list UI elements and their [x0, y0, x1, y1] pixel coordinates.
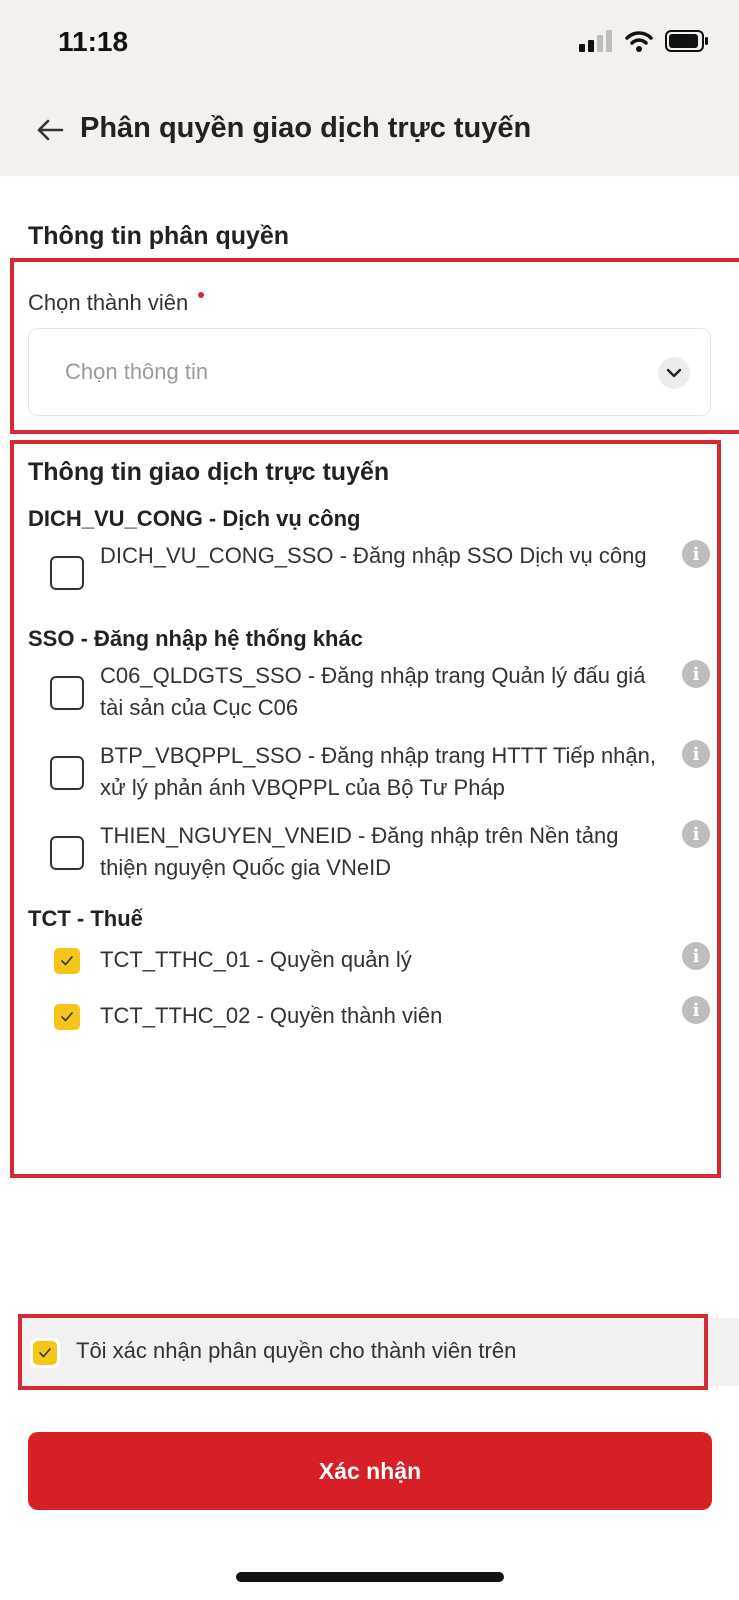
back-arrow-icon: [37, 119, 64, 141]
permission-checkbox-checked[interactable]: [54, 948, 80, 974]
permission-item-label: BTP_VBQPPL_SSO - Đăng nhập trang HTTT Ti…: [100, 743, 656, 800]
member-field-label: Chọn thành viên: [28, 290, 205, 316]
permission-checkbox[interactable]: [50, 556, 84, 590]
permission-checkbox[interactable]: [50, 836, 84, 870]
transactions-title: Thông tin giao dịch trực tuyến: [28, 458, 390, 486]
permission-item-btp-vbqppl-sso: BTP_VBQPPL_SSO - Đăng nhập trang HTTT Ti…: [50, 740, 710, 804]
member-label-text: Chọn thành viên: [28, 290, 189, 315]
member-select-placeholder: Chọn thông tin: [65, 359, 209, 384]
permission-checkbox[interactable]: [50, 756, 84, 790]
status-bar: 11:18: [0, 0, 739, 88]
permission-item-tct-tthc-02: TCT_TTHC_02 - Quyền thành viên i: [50, 996, 710, 1036]
permission-item-label: DICH_VU_CONG_SSO - Đăng nhập SSO Dịch vụ…: [100, 543, 647, 568]
permission-item-label: TCT_TTHC_01 - Quyền quản lý: [100, 947, 412, 972]
group-title-tct: TCT - Thuế: [28, 906, 143, 931]
permission-item-label: THIEN_NGUYEN_VNEID - Đăng nhập trên Nền …: [100, 823, 619, 880]
permission-item-tct-tthc-01: TCT_TTHC_01 - Quyền quản lý i: [50, 942, 710, 982]
back-button[interactable]: [30, 110, 70, 150]
signal-icon: [579, 30, 612, 52]
permission-checkbox[interactable]: [50, 676, 84, 710]
status-icons: [579, 30, 709, 52]
permission-item-c06-qldgts-sso: C06_QLDGTS_SSO - Đăng nhập trang Quản lý…: [50, 660, 710, 724]
status-time: 11:18: [58, 26, 129, 57]
member-select[interactable]: Chọn thông tin: [28, 328, 711, 416]
check-icon: [61, 1012, 73, 1022]
permission-checkbox-checked[interactable]: [54, 1004, 80, 1030]
permission-info-title: Thông tin phân quyền: [28, 222, 290, 250]
permission-item-label: TCT_TTHC_02 - Quyền thành viên: [100, 1003, 443, 1028]
wifi-icon: [625, 31, 653, 52]
confirm-highlight-frame: [18, 1314, 708, 1390]
info-icon[interactable]: i: [682, 740, 710, 768]
group-title-sso: SSO - Đăng nhập hệ thống khác: [28, 626, 363, 651]
info-icon[interactable]: i: [682, 660, 710, 688]
info-icon[interactable]: i: [682, 540, 710, 568]
chevron-down-icon: [658, 357, 690, 389]
info-icon[interactable]: i: [682, 942, 710, 970]
check-icon: [61, 956, 73, 966]
home-indicator: [236, 1572, 504, 1582]
permission-item-dvc-sso: DICH_VU_CONG_SSO - Đăng nhập SSO Dịch vụ…: [50, 540, 710, 604]
info-icon[interactable]: i: [682, 820, 710, 848]
required-indicator: [198, 292, 205, 298]
submit-button[interactable]: Xác nhận: [28, 1432, 712, 1510]
permission-item-label: C06_QLDGTS_SSO - Đăng nhập trang Quản lý…: [100, 663, 646, 720]
page-title: Phân quyền giao dịch trực tuyến: [80, 112, 532, 144]
group-title-dich-vu-cong: DICH_VU_CONG - Dịch vụ công: [28, 506, 361, 531]
battery-icon: [665, 30, 708, 52]
app-header: Phân quyền giao dịch trực tuyến: [0, 88, 739, 176]
permission-item-thien-nguyen-vneid: THIEN_NGUYEN_VNEID - Đăng nhập trên Nền …: [50, 820, 710, 884]
info-icon[interactable]: i: [682, 996, 710, 1024]
